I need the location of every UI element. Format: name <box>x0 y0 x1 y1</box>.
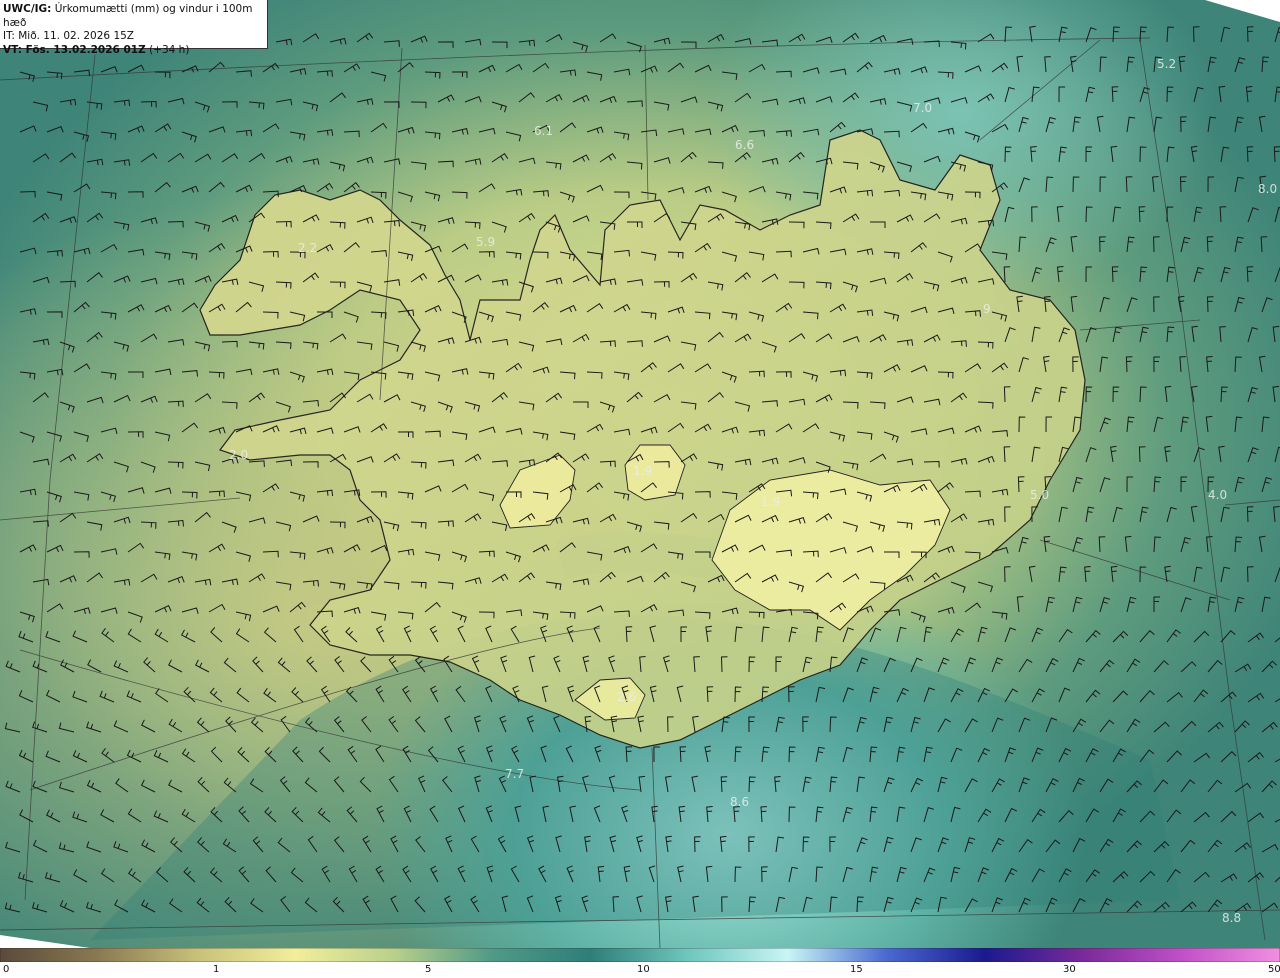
value-label: 9 <box>983 302 991 316</box>
colorbar-tick-label: 5 <box>425 964 432 975</box>
product-code: UWC/IG: <box>3 3 52 15</box>
value-label: 1.9 <box>761 495 780 509</box>
value-label: 4.0 <box>1208 488 1227 502</box>
colorbar-tick-label: 0 <box>3 964 10 975</box>
colorbar-tick-label: 30 <box>1063 964 1076 975</box>
colorbar-tick-label: 15 <box>850 964 863 975</box>
colorbar-tick-label: 50 <box>1268 964 1280 975</box>
forecast-offset: (+34 h) <box>149 43 190 56</box>
value-label: 2.2 <box>298 241 317 255</box>
value-label: 6.6 <box>735 138 754 152</box>
precipitation-map: 6.1 6.6 7.0 5.2 8.0 5.9 2.2 9 2.0 1.9 1.… <box>0 0 1280 948</box>
value-label: 5.9 <box>476 235 495 249</box>
value-label: 8.8 <box>1222 911 1241 925</box>
colorbar-tick-label: 10 <box>637 964 650 975</box>
value-label: 8.6 <box>730 795 749 809</box>
value-label: 6.1 <box>534 124 553 138</box>
valid-time: VT: Fös. 13.02.2026 01Z <box>3 43 146 56</box>
value-label: 7.0 <box>913 101 932 115</box>
value-label: 2.6 <box>617 690 636 704</box>
value-label: 5.0 <box>1030 488 1049 502</box>
value-label: 1.9 <box>633 464 652 478</box>
issue-time: IT: Mið. 11. 02. 2026 15Z <box>3 30 134 42</box>
colorbar-ticks: 0 1 5 10 15 30 50 <box>0 962 1280 978</box>
colorbar <box>0 948 1280 962</box>
value-label: 2.0 <box>229 448 248 462</box>
colorbar-tick-label: 1 <box>213 964 220 975</box>
value-label: 5.2 <box>1157 57 1176 71</box>
map-header: UWC/IG: Úrkomumætti (mm) og vindur i 100… <box>0 0 268 56</box>
value-label: 7.7 <box>505 767 524 781</box>
value-label: 8.0 <box>1258 182 1277 196</box>
